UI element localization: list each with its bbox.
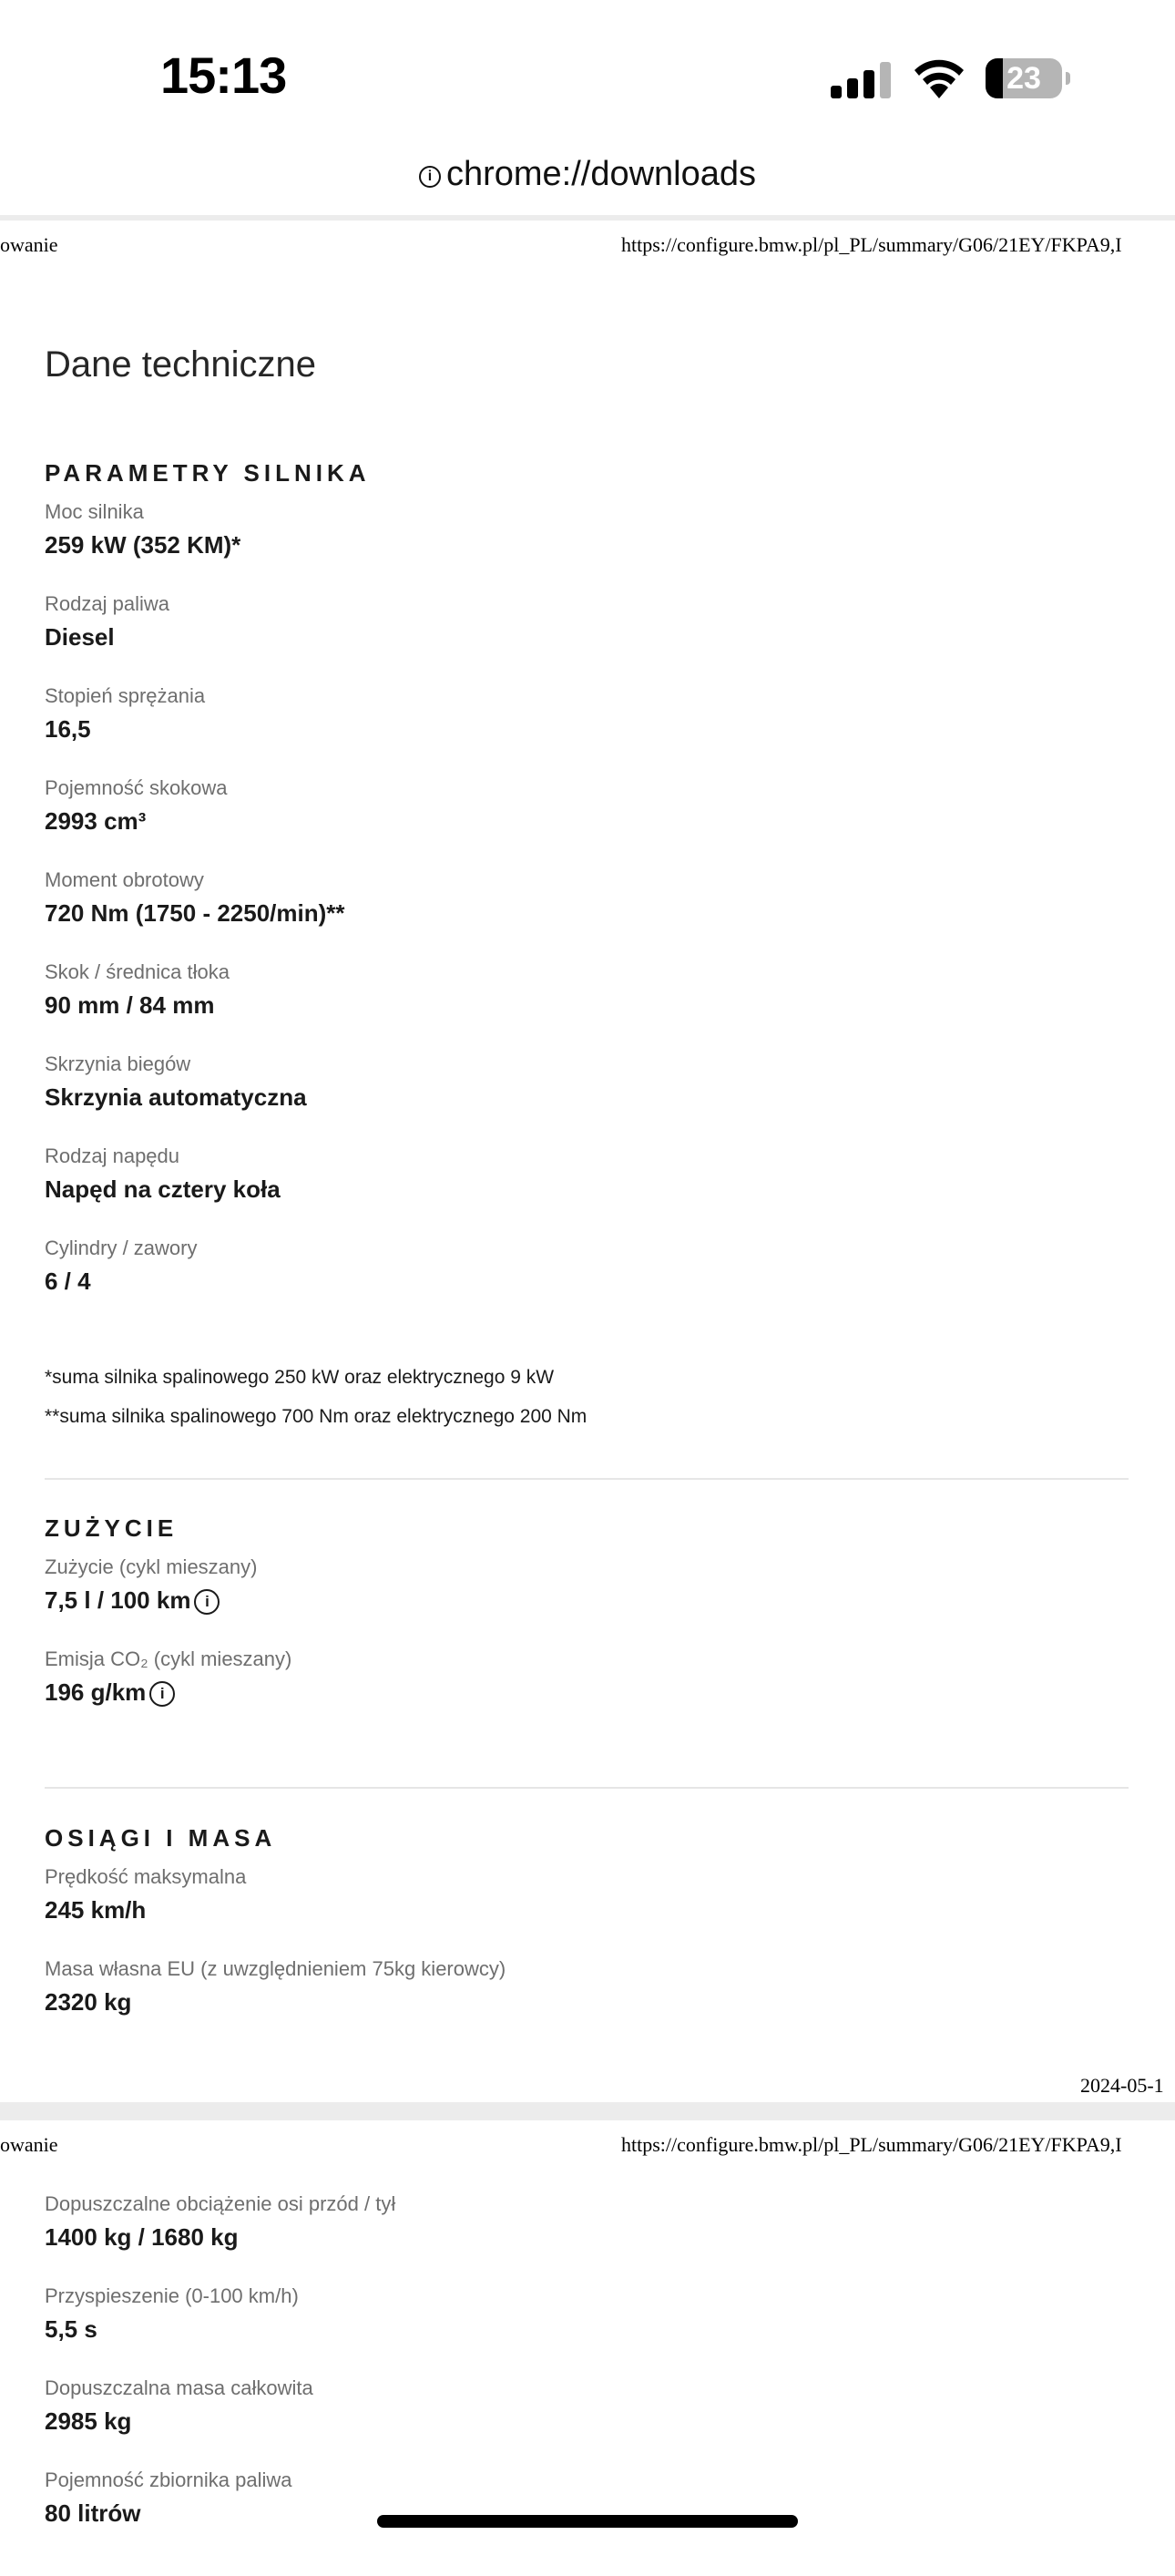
spec-label: Cylindry / zawory bbox=[45, 1237, 198, 1259]
spec-item-fuel-type: Rodzaj paliwa Diesel bbox=[45, 591, 169, 653]
spec-label: Pojemność skokowa bbox=[45, 776, 228, 799]
spec-value: 2320 kg bbox=[45, 1988, 132, 2016]
spec-label: Pojemność zbiornika paliwa bbox=[45, 2468, 292, 2491]
battery-body: 23 bbox=[986, 58, 1062, 98]
spec-value: 80 litrów bbox=[45, 2499, 141, 2527]
spec-item-cylinders: Cylindry / zawory 6 / 4 bbox=[45, 1236, 197, 1298]
spec-item-fuel-tank: Pojemność zbiornika paliwa 80 litrów bbox=[45, 2468, 291, 2530]
spec-item-displacement: Pojemność skokowa 2993 cm³ bbox=[45, 775, 228, 837]
spec-item-axle-load: Dopuszczalne obciążenie osi przód / tył … bbox=[45, 2191, 395, 2253]
wifi-icon bbox=[914, 59, 964, 98]
spec-value: 7,5 l / 100 km bbox=[45, 1586, 191, 1614]
spec-value-row: 196 g/km i bbox=[45, 1676, 291, 1709]
home-indicator[interactable] bbox=[377, 2515, 798, 2528]
spec-item-co2-emission: Emisja CO₂ (cykl mieszany) 196 g/km i bbox=[45, 1647, 291, 1709]
info-icon[interactable]: i bbox=[194, 1589, 220, 1615]
spec-value: 245 km/h bbox=[45, 1896, 147, 1924]
battery-icon: 23 bbox=[986, 58, 1070, 98]
spec-label: Masa własna EU (z uwzględnieniem 75kg ki… bbox=[45, 1957, 506, 1980]
spec-label: Emisja CO₂ (cykl mieszany) bbox=[45, 1647, 292, 1670]
spec-item-top-speed: Prędkość maksymalna 245 km/h bbox=[45, 1864, 246, 1926]
spec-value: 2985 kg bbox=[45, 2407, 132, 2435]
status-bar: 15:13 23 bbox=[0, 0, 1175, 155]
spec-item-stroke-bore: Skok / średnica tłoka 90 mm / 84 mm bbox=[45, 960, 230, 1021]
section-heading-performance: OSIĄGI I MASA bbox=[45, 1824, 277, 1852]
spec-label: Przyspieszenie (0-100 km/h) bbox=[45, 2284, 299, 2307]
spec-value: Napęd na cztery koła bbox=[45, 1175, 281, 1203]
spec-item-acceleration: Przyspieszenie (0-100 km/h) 5,5 s bbox=[45, 2284, 299, 2345]
info-icon[interactable]: i bbox=[149, 1681, 176, 1707]
spec-label: Skok / średnica tłoka bbox=[45, 960, 230, 983]
spec-value: 90 mm / 84 mm bbox=[45, 991, 215, 1019]
footnote-torque: **suma silnika spalinowego 700 Nm oraz e… bbox=[45, 1406, 588, 1427]
url-bar[interactable]: i chrome://downloads bbox=[0, 155, 1175, 211]
signal-icon bbox=[831, 62, 891, 98]
spec-label: Skrzynia biegów bbox=[45, 1052, 191, 1075]
battery-level: 23 bbox=[1006, 61, 1041, 96]
spec-item-power: Moc silnika 259 kW (352 KM)* bbox=[45, 499, 240, 561]
pdf-page-2: owanie https://configure.bmw.pl/pl_PL/su… bbox=[0, 2120, 1175, 2576]
spec-label: Zużycie (cykl mieszany) bbox=[45, 1555, 258, 1578]
spec-label: Rodzaj paliwa bbox=[45, 592, 169, 615]
spec-item-torque: Moment obrotowy 720 Nm (1750 - 2250/min)… bbox=[45, 867, 345, 929]
spec-item-drive: Rodzaj napędu Napęd na cztery koła bbox=[45, 1144, 281, 1206]
spec-label: Moment obrotowy bbox=[45, 868, 204, 891]
spec-item-curb-weight: Masa własna EU (z uwzględnieniem 75kg ki… bbox=[45, 1956, 506, 2018]
status-time: 15:13 bbox=[160, 46, 287, 104]
spec-value: 196 g/km bbox=[45, 1678, 147, 1706]
footnote-power: *suma silnika spalinowego 250 kW oraz el… bbox=[45, 1367, 555, 1388]
spec-value-row: 7,5 l / 100 km i bbox=[45, 1584, 257, 1616]
print-header-left: owanie bbox=[0, 233, 58, 256]
section-divider bbox=[45, 1478, 1129, 1480]
print-header-url: https://configure.bmw.pl/pl_PL/summary/G… bbox=[621, 233, 1122, 256]
pdf-page-1: owanie https://configure.bmw.pl/pl_PL/su… bbox=[0, 221, 1175, 2102]
spec-value: 5,5 s bbox=[45, 2315, 97, 2343]
spec-label: Moc silnika bbox=[45, 500, 144, 523]
section-divider bbox=[45, 1787, 1129, 1789]
section-heading-engine: PARAMETRY SILNIKA bbox=[45, 459, 371, 487]
spec-value: 720 Nm (1750 - 2250/min)** bbox=[45, 899, 345, 927]
print-header-left: owanie bbox=[0, 2133, 58, 2156]
spec-item-compression: Stopień sprężania 16,5 bbox=[45, 683, 205, 745]
spec-value: 2993 cm³ bbox=[45, 807, 147, 835]
spec-value: 259 kW (352 KM)* bbox=[45, 531, 241, 559]
print-header-url: https://configure.bmw.pl/pl_PL/summary/G… bbox=[621, 2133, 1122, 2156]
spec-value: Skrzynia automatyczna bbox=[45, 1083, 307, 1111]
spec-item-gearbox: Skrzynia biegów Skrzynia automatyczna bbox=[45, 1052, 307, 1114]
spec-value: 16,5 bbox=[45, 715, 91, 743]
pdf-viewer[interactable]: owanie https://configure.bmw.pl/pl_PL/su… bbox=[0, 215, 1175, 2576]
info-icon[interactable]: i bbox=[418, 166, 441, 188]
spec-label: Dopuszczalne obciążenie osi przód / tył bbox=[45, 2192, 396, 2215]
spec-value: Diesel bbox=[45, 623, 115, 651]
url-text[interactable]: chrome://downloads bbox=[446, 155, 756, 193]
print-footer-date: 2024-05-1 bbox=[1080, 2074, 1164, 2097]
section-heading-consumption: ZUŻYCIE bbox=[45, 1514, 179, 1542]
spec-value: 6 / 4 bbox=[45, 1267, 91, 1295]
spec-label: Prędkość maksymalna bbox=[45, 1865, 247, 1888]
spec-value: 1400 kg / 1680 kg bbox=[45, 2223, 239, 2251]
spec-label: Dopuszczalna masa całkowita bbox=[45, 2376, 313, 2399]
page-title: Dane techniczne bbox=[45, 344, 316, 385]
spec-item-fuel-consumption: Zużycie (cykl mieszany) 7,5 l / 100 km i bbox=[45, 1555, 257, 1616]
spec-item-gross-weight: Dopuszczalna masa całkowita 2985 kg bbox=[45, 2376, 313, 2437]
spec-label: Stopień sprężania bbox=[45, 684, 206, 707]
spec-label: Rodzaj napędu bbox=[45, 1144, 180, 1167]
battery-cap bbox=[1066, 72, 1070, 85]
